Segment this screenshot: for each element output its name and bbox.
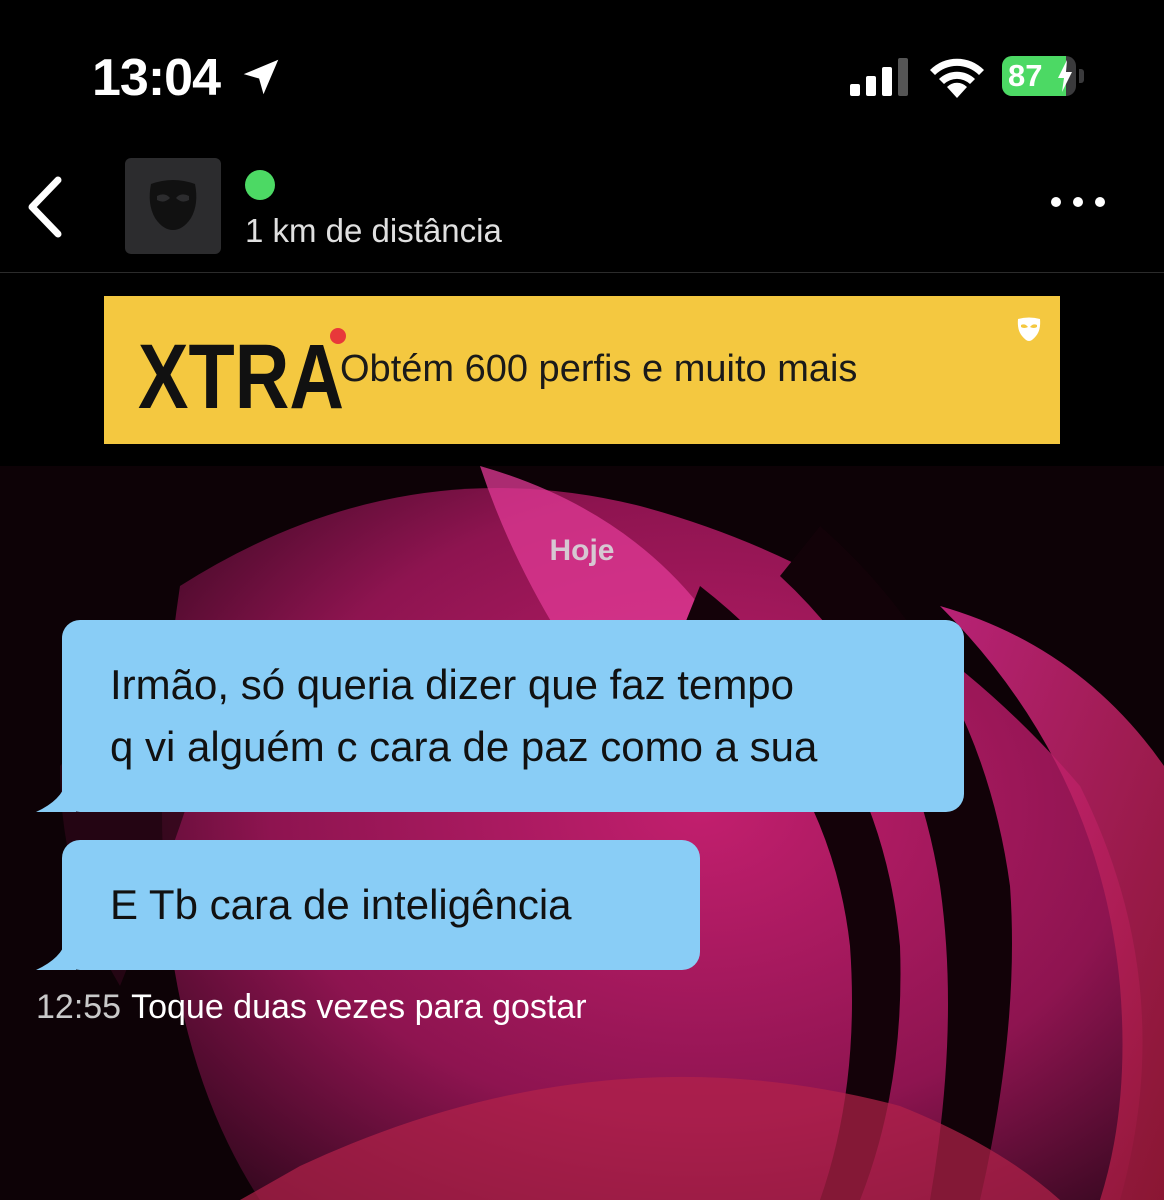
chat-header: 1 km de distância xyxy=(0,150,1164,273)
xtra-upgrade-banner[interactable]: XTRA Obtém 600 perfis e muito mais xyxy=(104,296,1060,444)
banner-text: Obtém 600 perfis e muito mais xyxy=(340,348,858,390)
status-bar: 13:04 87 xyxy=(0,0,1164,150)
wifi-icon xyxy=(930,58,984,98)
message-line: q vi alguém c cara de paz como a sua xyxy=(110,723,818,770)
more-dots-icon[interactable] xyxy=(1048,190,1108,214)
message-bubble[interactable]: E Tb cara de inteligência xyxy=(36,840,700,970)
message-line: Irmão, só queria dizer que faz tempo xyxy=(110,661,795,708)
mask-avatar-icon xyxy=(149,180,197,230)
bubble-tail xyxy=(36,782,76,812)
location-arrow-icon xyxy=(243,59,279,95)
svg-text:XTRA: XTRA xyxy=(138,326,344,416)
mask-logo-icon xyxy=(1017,317,1041,341)
distance-label: 1 km de distância xyxy=(245,212,502,249)
date-separator: Hoje xyxy=(549,534,615,567)
like-hint: Toque duas vezes para gostar xyxy=(131,988,587,1026)
cellular-signal-icon xyxy=(850,58,908,96)
avatar[interactable] xyxy=(125,158,221,254)
message-meta: 12:55 Toque duas vezes para gostar xyxy=(36,988,587,1027)
message-time: 12:55 xyxy=(36,988,122,1026)
xtra-logo: XTRA xyxy=(138,326,346,416)
online-status-dot xyxy=(245,170,275,200)
battery-percentage: 87 xyxy=(1008,58,1043,93)
back-chevron-icon[interactable] xyxy=(22,176,70,238)
bubble-tail xyxy=(36,940,76,970)
chat-wallpaper xyxy=(0,466,1164,1200)
message-bubble[interactable]: Irmão, só queria dizer que faz tempo q v… xyxy=(36,620,964,812)
charging-bolt-icon xyxy=(1058,60,1072,92)
status-time: 13:04 xyxy=(92,49,221,107)
message-line: E Tb cara de inteligência xyxy=(110,881,572,928)
battery-icon: 87 xyxy=(1002,56,1086,98)
